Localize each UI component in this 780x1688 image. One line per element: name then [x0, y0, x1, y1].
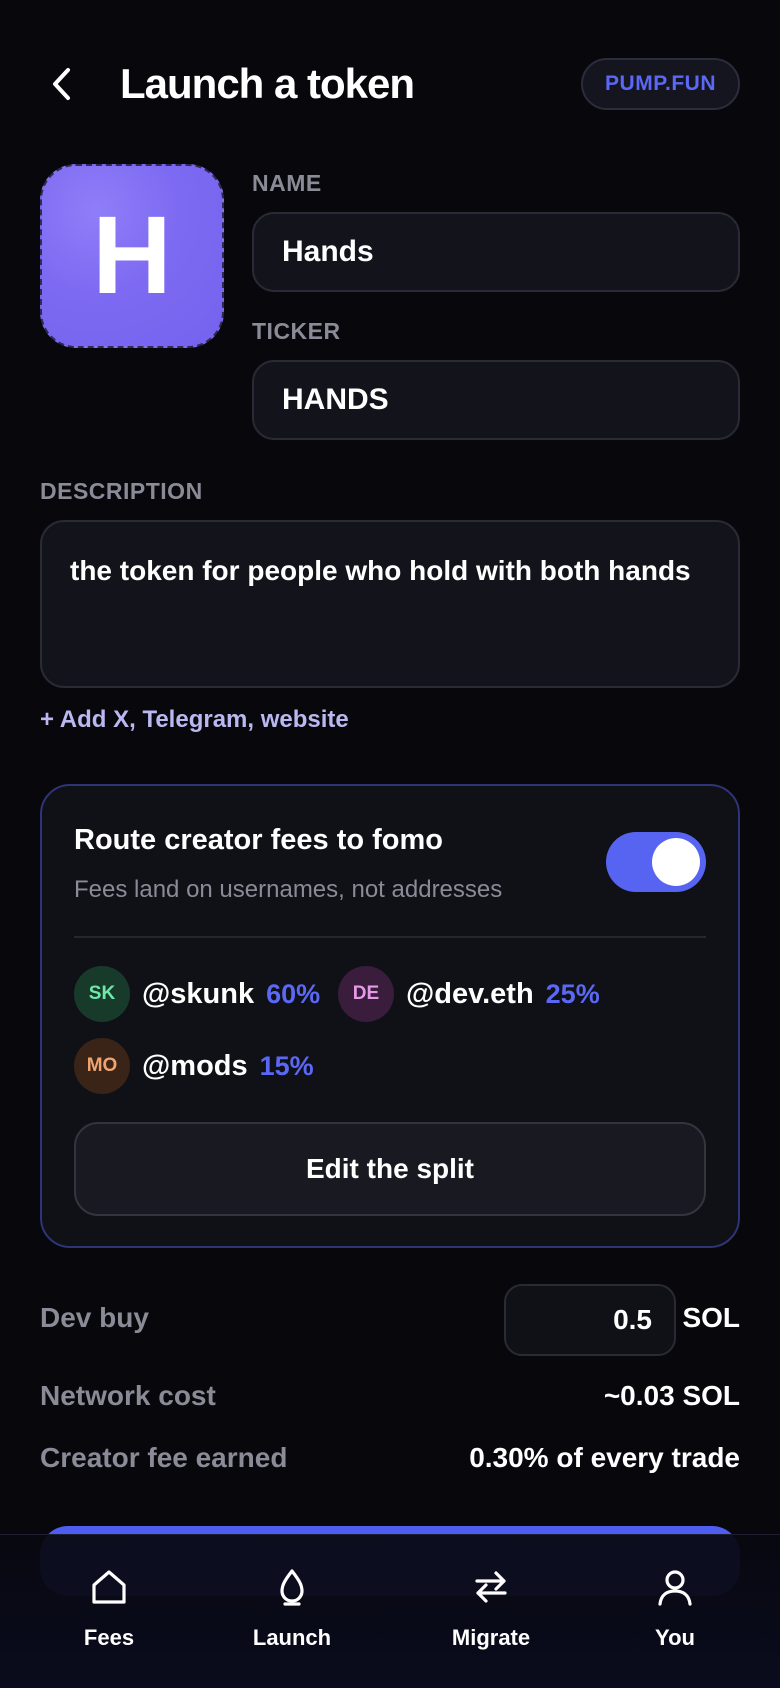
edit-split-button[interactable]: Edit the split — [74, 1122, 706, 1216]
nav-label: You — [655, 1625, 695, 1650]
recipient-percent: 15% — [259, 1050, 314, 1081]
ticker-input[interactable]: HANDS — [252, 360, 740, 440]
recipient-handle: @skunk — [142, 977, 255, 1010]
fee-recipient: SK @skunk 60% — [74, 966, 320, 1022]
token-image-picker[interactable]: H — [40, 164, 224, 348]
launch-token-screen: Launch a token PUMP.FUN H NAME Hands TIC… — [0, 0, 780, 1688]
nav-item-fees[interactable]: Fees — [34, 1565, 184, 1651]
nav-label: Launch — [252, 1625, 332, 1650]
recipient-handle: @mods — [142, 1049, 248, 1082]
fee-routing-toggle[interactable] — [606, 832, 706, 892]
fee-recipient: MO @mods 15% — [74, 1038, 314, 1094]
page-title: Launch a token — [120, 60, 415, 107]
token-image-letter: H — [92, 194, 172, 317]
nav-label: Fees — [83, 1625, 135, 1650]
user-icon — [653, 1565, 697, 1609]
fee-routing-title: Route creator fees to fomo — [74, 824, 443, 856]
name-label: NAME — [252, 170, 322, 196]
nav-item-launch[interactable]: Launch — [217, 1565, 367, 1651]
fee-routing-card: Route creator fees to fomo Fees land on … — [40, 784, 740, 1248]
avatar: MO — [74, 1038, 130, 1094]
fee-routing-subtitle: Fees land on usernames, not addresses — [74, 876, 503, 903]
recipient-percent: 60% — [266, 978, 321, 1009]
chevron-left-icon — [53, 68, 70, 100]
avatar: SK — [74, 966, 130, 1022]
home-icon — [87, 1565, 131, 1609]
avatar: DE — [338, 966, 394, 1022]
description-label: DESCRIPTION — [40, 478, 203, 504]
dev-buy-input[interactable]: 0.5 — [504, 1284, 676, 1356]
network-cost-label: Network cost — [40, 1380, 216, 1411]
swap-arrows-icon — [469, 1565, 513, 1609]
dev-buy-unit: SOL — [682, 1302, 740, 1333]
drop-icon — [270, 1565, 314, 1609]
recipient-handle: @dev.eth — [406, 977, 534, 1010]
creator-fee-value: 0.30% of every trade — [469, 1442, 740, 1473]
creator-fee-label: Creator fee earned — [40, 1442, 288, 1473]
nav-item-migrate[interactable]: Migrate — [416, 1565, 566, 1651]
fee-recipient: DE @dev.eth 25% — [338, 966, 600, 1022]
ticker-label: TICKER — [252, 318, 341, 344]
dev-buy-label: Dev buy — [40, 1302, 149, 1333]
name-input[interactable]: Hands — [252, 212, 740, 292]
divider — [74, 936, 706, 938]
bottom-nav: Fees Launch Migrate You — [0, 1534, 780, 1688]
network-cost-value: ~0.03 SOL — [603, 1380, 740, 1411]
back-button[interactable] — [40, 62, 84, 106]
description-input[interactable]: the token for people who hold with both … — [40, 520, 740, 688]
nav-item-you[interactable]: You — [600, 1565, 750, 1651]
platform-pill-button[interactable]: PUMP.FUN — [581, 58, 740, 110]
add-social-links-button[interactable]: + Add X, Telegram, website — [40, 706, 349, 734]
nav-label: Migrate — [451, 1625, 531, 1650]
toggle-knob — [652, 838, 700, 886]
recipient-percent: 25% — [545, 978, 600, 1009]
